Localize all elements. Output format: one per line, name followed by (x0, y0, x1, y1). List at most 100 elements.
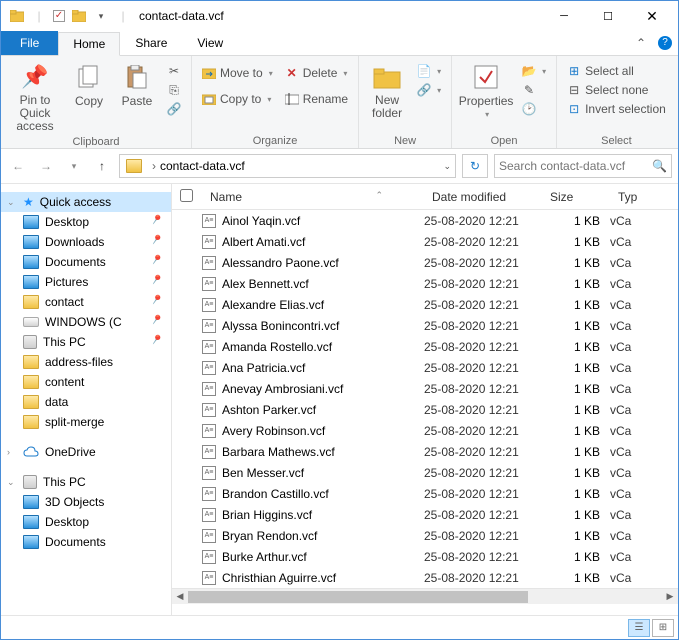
nav-item-data[interactable]: data (1, 392, 171, 412)
file-name: Amanda Rostello.vcf (222, 340, 332, 354)
view-large-button[interactable]: ⊞ (652, 619, 674, 637)
file-row[interactable]: A≡Ana Patricia.vcf25-08-2020 12:211 KBvC… (172, 357, 678, 378)
tab-home[interactable]: Home (58, 32, 120, 56)
scroll-left-icon[interactable]: ◀ (172, 591, 188, 602)
file-row[interactable]: A≡Burke Arthur.vcf25-08-2020 12:211 KBvC… (172, 546, 678, 567)
up-button[interactable]: ↑ (91, 155, 113, 177)
refresh-button[interactable]: ↻ (462, 154, 488, 178)
pin-icon: 📍 (147, 212, 168, 232)
expand-icon[interactable]: ⌄ (7, 477, 15, 488)
cut-button[interactable]: ✂ (163, 62, 185, 80)
close-button[interactable]: ✕ (630, 2, 674, 30)
file-row[interactable]: A≡Brandon Castillo.vcf25-08-2020 12:211 … (172, 483, 678, 504)
file-row[interactable]: A≡Alexandre Elias.vcf25-08-2020 12:211 K… (172, 294, 678, 315)
nav-item-pictures[interactable]: Pictures📍 (1, 272, 171, 292)
nav-item-this-pc[interactable]: This PC📍 (1, 332, 171, 352)
nav-item-content[interactable]: content (1, 372, 171, 392)
file-date: 25-08-2020 12:21 (424, 403, 542, 417)
copy-path-button[interactable]: ⎘ (163, 81, 185, 99)
breadcrumb-segment[interactable]: contact-data.vcf (160, 159, 245, 173)
help-icon[interactable]: ? (658, 36, 672, 50)
invert-selection-button[interactable]: ⊡Invert selection (563, 100, 670, 118)
file-row[interactable]: A≡Albert Amati.vcf25-08-2020 12:211 KBvC… (172, 231, 678, 252)
file-row[interactable]: A≡Ashton Parker.vcf25-08-2020 12:211 KBv… (172, 399, 678, 420)
easy-access-button[interactable]: 🔗▾ (413, 81, 445, 99)
expand-icon[interactable]: › (7, 447, 10, 457)
nav-item-contact[interactable]: contact📍 (1, 292, 171, 312)
column-name[interactable]: Name⌃ (202, 190, 424, 204)
column-checkbox[interactable] (172, 189, 202, 205)
chevron-down-icon[interactable]: ⌄ (443, 161, 451, 172)
nav-item-desktop[interactable]: Desktop (1, 512, 171, 532)
folder-icon (23, 395, 39, 409)
file-row[interactable]: A≡Avery Robinson.vcf25-08-2020 12:211 KB… (172, 420, 678, 441)
properties-button[interactable]: Properties▾ (458, 58, 514, 119)
column-date[interactable]: Date modified (424, 190, 542, 204)
file-row[interactable]: A≡Anevay Ambrosiani.vcf25-08-2020 12:211… (172, 378, 678, 399)
breadcrumb[interactable]: › contact-data.vcf ⌄ (119, 154, 456, 178)
forward-button[interactable]: → (35, 155, 57, 177)
column-size[interactable]: Size (542, 190, 610, 204)
open-button[interactable]: 📂▾ (518, 62, 550, 80)
minimize-button[interactable]: ─ (542, 2, 586, 30)
file-row[interactable]: A≡Ainol Yaqin.vcf25-08-2020 12:211 KBvCa (172, 210, 678, 231)
paste-button[interactable]: Paste (115, 58, 159, 108)
back-button[interactable]: ← (7, 155, 29, 177)
file-row[interactable]: A≡Brian Higgins.vcf25-08-2020 12:211 KBv… (172, 504, 678, 525)
tab-file[interactable]: File (1, 31, 58, 55)
scroll-right-icon[interactable]: ▶ (662, 591, 678, 602)
nav-item-desktop[interactable]: Desktop📍 (1, 212, 171, 232)
edit-button[interactable]: ✎ (518, 81, 550, 99)
history-button[interactable]: 🕑 (518, 100, 550, 118)
rename-button[interactable]: Rename (281, 90, 352, 108)
file-row[interactable]: A≡Barbara Mathews.vcf25-08-2020 12:211 K… (172, 441, 678, 462)
view-details-button[interactable]: ☰ (628, 619, 650, 637)
nav-item-this-pc[interactable]: ⌄This PC (1, 472, 171, 492)
qat-folder2-icon[interactable] (71, 8, 87, 24)
file-row[interactable]: A≡Alyssa Bonincontri.vcf25-08-2020 12:21… (172, 315, 678, 336)
new-item-button[interactable]: 📄▾ (413, 62, 445, 80)
nav-item-documents[interactable]: Documents📍 (1, 252, 171, 272)
nav-item-3d-objects[interactable]: 3D Objects (1, 492, 171, 512)
nav-item-split-merge[interactable]: split-merge (1, 412, 171, 432)
pin-quick-access-button[interactable]: 📌 Pin to Quick access (7, 58, 63, 134)
scroll-thumb[interactable] (188, 591, 528, 603)
file-size: 1 KB (542, 382, 610, 396)
select-all-button[interactable]: ⊞Select all (563, 62, 670, 80)
delete-button[interactable]: ✕Delete▾ (281, 64, 352, 82)
file-row[interactable]: A≡Amanda Rostello.vcf25-08-2020 12:211 K… (172, 336, 678, 357)
tab-view[interactable]: View (182, 31, 238, 55)
file-row[interactable]: A≡Bryan Rendon.vcf25-08-2020 12:211 KBvC… (172, 525, 678, 546)
file-row[interactable]: A≡Alessandro Paone.vcf25-08-2020 12:211 … (172, 252, 678, 273)
chevron-right-icon[interactable]: › (152, 159, 156, 173)
paste-shortcut-button[interactable]: 🔗 (163, 100, 185, 118)
nav-item-documents[interactable]: Documents (1, 532, 171, 552)
qat-check-icon[interactable]: ✓ (53, 10, 65, 22)
nav-item-quick-access[interactable]: ⌄★Quick access (1, 192, 171, 212)
nav-item-onedrive[interactable]: ›OneDrive (1, 442, 171, 462)
file-row[interactable]: A≡Christhian Aguirre.vcf25-08-2020 12:21… (172, 567, 678, 588)
select-none-button[interactable]: ⊟Select none (563, 81, 670, 99)
expand-icon[interactable]: ⌄ (7, 197, 15, 208)
nav-item-downloads[interactable]: Downloads📍 (1, 232, 171, 252)
tab-share[interactable]: Share (120, 31, 182, 55)
horizontal-scrollbar[interactable]: ◀ ▶ (172, 588, 678, 604)
maximize-button[interactable]: ☐ (586, 2, 630, 30)
search-input[interactable]: Search contact-data.vcf 🔍 (494, 154, 672, 178)
new-folder-button[interactable]: New folder (365, 58, 409, 120)
move-to-button[interactable]: Move to▾ (198, 64, 277, 82)
select-all-checkbox[interactable] (180, 189, 193, 202)
file-row[interactable]: A≡Ben Messer.vcf25-08-2020 12:211 KBvCa (172, 462, 678, 483)
navigation-pane[interactable]: ⌄★Quick accessDesktop📍Downloads📍Document… (1, 184, 171, 615)
collapse-ribbon-icon[interactable]: ⌃ (630, 36, 652, 50)
copy-button[interactable]: Copy (67, 58, 111, 108)
file-list-pane: Name⌃ Date modified Size Typ A≡Ainol Yaq… (171, 184, 678, 615)
copy-to-button[interactable]: Copy to▾ (198, 90, 277, 108)
column-type[interactable]: Typ (610, 190, 678, 204)
qat-folder-icon[interactable] (9, 8, 25, 24)
qat-dropdown-icon[interactable]: ▾ (93, 8, 109, 24)
file-row[interactable]: A≡Alex Bennett.vcf25-08-2020 12:211 KBvC… (172, 273, 678, 294)
nav-item-windows-c[interactable]: WINDOWS (C📍 (1, 312, 171, 332)
nav-item-address-files[interactable]: address-files (1, 352, 171, 372)
recent-dropdown[interactable]: ▾ (63, 155, 85, 177)
